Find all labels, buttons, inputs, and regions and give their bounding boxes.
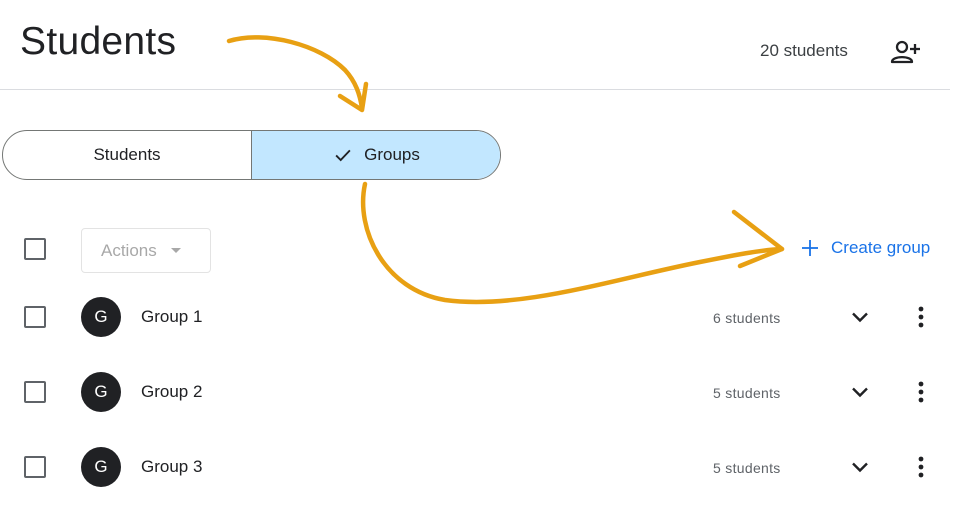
student-count: 20 students xyxy=(760,41,848,60)
view-toggle: Students Groups xyxy=(2,130,501,180)
row-checkbox[interactable] xyxy=(24,381,46,403)
arrow-to-create-group xyxy=(360,181,785,305)
tab-students-label: Students xyxy=(93,145,161,164)
arrowhead-create-group xyxy=(731,209,785,269)
group-row[interactable]: G Group 2 5 students xyxy=(0,363,967,423)
tab-students[interactable]: Students xyxy=(3,131,252,179)
arrow-to-groups-tab xyxy=(226,35,365,111)
tab-groups[interactable]: Groups xyxy=(252,131,500,179)
check-icon xyxy=(335,149,351,162)
select-all-checkbox[interactable] xyxy=(24,238,46,260)
more-vert-icon[interactable] xyxy=(910,380,932,404)
group-student-count: 5 students xyxy=(713,385,781,401)
page-title: Students xyxy=(20,20,177,63)
avatar: G xyxy=(81,447,121,487)
group-name[interactable]: Group 2 xyxy=(141,382,202,402)
chevron-down-icon[interactable] xyxy=(848,455,872,479)
group-name[interactable]: Group 3 xyxy=(141,457,202,477)
more-vert-icon[interactable] xyxy=(910,455,932,479)
group-student-count: 6 students xyxy=(713,310,781,326)
row-checkbox[interactable] xyxy=(24,456,46,478)
group-name[interactable]: Group 1 xyxy=(141,307,202,327)
group-student-count: 5 students xyxy=(713,460,781,476)
group-row[interactable]: G Group 3 5 students xyxy=(0,438,967,498)
create-group-button[interactable]: Create group xyxy=(800,238,930,258)
actions-dropdown[interactable]: Actions xyxy=(81,228,211,273)
avatar: G xyxy=(81,372,121,412)
chevron-down-icon[interactable] xyxy=(848,380,872,404)
avatar: G xyxy=(81,297,121,337)
header-divider xyxy=(0,89,950,90)
tab-groups-label: Groups xyxy=(364,145,420,164)
actions-label: Actions xyxy=(101,240,157,260)
row-checkbox[interactable] xyxy=(24,306,46,328)
plus-icon xyxy=(802,240,818,256)
dropdown-caret-icon xyxy=(170,248,181,253)
create-group-label: Create group xyxy=(831,238,931,257)
person-add-icon[interactable] xyxy=(888,38,922,68)
group-row[interactable]: G Group 1 6 students xyxy=(0,288,967,348)
chevron-down-icon[interactable] xyxy=(848,305,872,329)
more-vert-icon[interactable] xyxy=(910,305,932,329)
arrowhead-groups-tab xyxy=(337,81,369,113)
